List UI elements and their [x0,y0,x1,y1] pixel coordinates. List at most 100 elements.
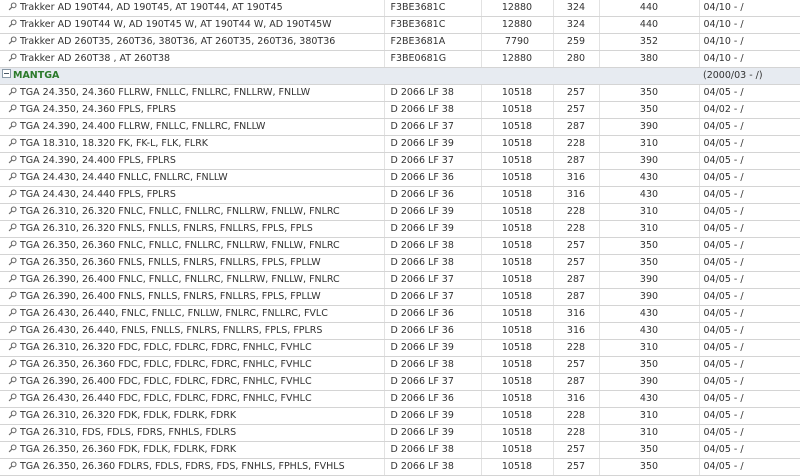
ccm-cell: 12880 [481,16,554,34]
table-row[interactable]: TGA 26.310, FDS, FDLS, FDRS, FNHLS, FDLR… [0,424,800,442]
ccm-cell: 7790 [481,33,554,51]
model-cell: Trakker AD 260T38 , AT 260T38 [0,50,385,68]
model-label: TGA 26.390, 26.400 FDC, FDLC, FDLRC, FDR… [20,376,312,387]
search-icon[interactable] [8,341,17,351]
hp-cell: 430 [599,169,700,187]
table-row[interactable]: TGA 24.430, 24.440 FPLS, FPLRS D 2066 LF … [0,186,800,204]
kw-cell: 287 [553,118,600,136]
search-icon[interactable] [8,18,17,28]
engine-code-cell: D 2066 LF 38 [384,84,482,102]
hp-cell: 310 [599,135,700,153]
table-row[interactable]: TGA 24.430, 24.440 FNLLC, FNLLRC, FNLLW D… [0,169,800,187]
kw-cell: 228 [553,135,600,153]
model-cell: TGA 26.350, 26.360 FNLC, FNLLC, FNLLRC, … [0,237,385,255]
table-row[interactable]: TGA 26.390, 26.400 FNLS, FNLLS, FNLRS, F… [0,288,800,306]
search-icon[interactable] [8,86,17,96]
table-row[interactable]: TGA 26.350, 26.360 FNLS, FNLLS, FNLRS, F… [0,254,800,272]
engine-code-cell: D 2066 LF 37 [384,373,482,391]
search-icon[interactable] [8,256,17,266]
search-icon[interactable] [8,52,17,62]
engine-code-cell: D 2066 LF 39 [384,203,482,221]
brand-subgroup: TGA [37,70,60,81]
engine-code-cell: D 2066 LF 38 [384,441,482,459]
table-row[interactable]: Trakker AD 260T38 , AT 260T38 F3BE0681G 12… [0,50,800,68]
year-cell: 04/05 - / [699,118,800,136]
table-row[interactable]: TGA 26.310, 26.320 FDK, FDLK, FDLRK, FDR… [0,407,800,425]
search-icon[interactable] [8,171,17,181]
search-icon[interactable] [8,358,17,368]
table-row[interactable]: TGA 24.390, 24.400 FPLS, FPLRS D 2066 LF … [0,152,800,170]
hp-cell: 310 [599,407,700,425]
table-row[interactable]: Trakker AD 190T44 W, AD 190T45 W, AT 190… [0,16,800,34]
table-row[interactable]: TGA 26.390, 26.400 FDC, FDLC, FDLRC, FDR… [0,373,800,391]
kw-cell: 287 [553,288,600,306]
search-icon[interactable] [8,443,17,453]
collapse-icon[interactable] [2,69,11,78]
table-row[interactable]: TGA 26.390, 26.400 FNLC, FNLLC, FNLLRC, … [0,271,800,289]
ccm-cell: 10518 [481,339,554,357]
table-row[interactable]: TGA 24.390, 24.400 FLLRW, FNLLC, FNLLRC,… [0,118,800,136]
year-cell: 04/05 - / [699,339,800,357]
table-row[interactable]: Trakker AD 190T44, AD 190T45, AT 190T44,… [0,0,800,17]
table-row[interactable]: TGA 26.310, 26.320 FNLC, FNLLC, FNLLRC, … [0,203,800,221]
year-cell: 04/05 - / [699,305,800,323]
search-icon[interactable] [8,120,17,130]
engine-code-cell: F3BE3681C [384,0,482,17]
search-icon[interactable] [8,460,17,470]
search-icon[interactable] [8,222,17,232]
search-icon[interactable] [8,307,17,317]
table-row[interactable]: TGA 26.310, 26.320 FDC, FDLC, FDLRC, FDR… [0,339,800,357]
search-icon[interactable] [8,35,17,45]
kw-cell: 324 [553,16,600,34]
search-icon[interactable] [8,137,17,147]
table-row[interactable]: TGA 26.430, 26.440, FNLC, FNLLC, FNLLW, … [0,305,800,323]
year-cell: 04/05 - / [699,390,800,408]
engine-code-cell: D 2066 LF 37 [384,118,482,136]
engine-code-cell: D 2066 LF 39 [384,424,482,442]
table-row[interactable]: TGA 26.430, 26.440 FDC, FDLC, FDLRC, FDR… [0,390,800,408]
table-row[interactable]: TGA 26.430, 26.440, FNLS, FNLLS, FNLRS, … [0,322,800,340]
hp-cell: 310 [599,220,700,238]
search-icon[interactable] [8,239,17,249]
model-label: TGA 24.430, 24.440 FPLS, FPLRS [20,189,176,200]
search-icon[interactable] [8,375,17,385]
year-cell: 04/05 - / [699,84,800,102]
model-label: TGA 26.350, 26.360 FDK, FDLK, FDLRK, FDR… [20,444,237,455]
table-row[interactable]: TGA 26.350, 26.360 FDC, FDLC, FDLRC, FDR… [0,356,800,374]
year-cell: 04/05 - / [699,135,800,153]
table-row[interactable]: TGA 24.350, 24.360 FPLS, FPLRS D 2066 LF … [0,101,800,119]
table-row[interactable]: Trakker AD 260T35, 260T36, 380T36, AT 26… [0,33,800,51]
model-cell: TGA 26.390, 26.400 FNLS, FNLLS, FNLRS, F… [0,288,385,306]
search-icon[interactable] [8,409,17,419]
ccm-cell: 10518 [481,169,554,187]
hp-cell: 430 [599,186,700,204]
model-label: TGA 24.390, 24.400 FLLRW, FNLLC, FNLLRC,… [20,121,266,132]
search-icon[interactable] [8,1,17,11]
search-icon[interactable] [8,290,17,300]
search-icon[interactable] [8,426,17,436]
model-cell: Trakker AD 190T44, AD 190T45, AT 190T44,… [0,0,385,17]
model-label: TGA 26.310, 26.320 FNLS, FNLLS, FNLRS, F… [20,223,313,234]
model-cell: TGA 24.350, 24.360 FLLRW, FNLLC, FNLLRC,… [0,84,385,102]
search-icon[interactable] [8,154,17,164]
table-row[interactable]: TGA 26.310, 26.320 FNLS, FNLLS, FNLRS, F… [0,220,800,238]
table-row[interactable]: TGA 26.350, 26.360 FNLC, FNLLC, FNLLRC, … [0,237,800,255]
model-label: TGA 26.390, 26.400 FNLS, FNLLS, FNLRS, F… [20,291,321,302]
table-row[interactable]: TGA 24.350, 24.360 FLLRW, FNLLC, FNLLRC,… [0,84,800,102]
search-icon[interactable] [8,188,17,198]
search-icon[interactable] [8,273,17,283]
year-cell: 04/05 - / [699,322,800,340]
year-cell: 04/05 - / [699,152,800,170]
year-cell: 04/05 - / [699,407,800,425]
engine-code-cell: D 2066 LF 36 [384,169,482,187]
search-icon[interactable] [8,392,17,402]
brand-row[interactable]: MANTGA (2000/03 - /) [0,67,800,85]
table-row[interactable]: TGA 26.350, 26.360 FDK, FDLK, FDLRK, FDR… [0,441,800,459]
search-icon[interactable] [8,205,17,215]
model-label: TGA 18.310, 18.320 FK, FK-L, FLK, FLRK [20,138,209,149]
kw-cell: 257 [553,254,600,272]
table-row[interactable]: TGA 18.310, 18.320 FK, FK-L, FLK, FLRK D … [0,135,800,153]
search-icon[interactable] [8,324,17,334]
search-icon[interactable] [8,103,17,113]
model-cell: TGA 26.430, 26.440 FDC, FDLC, FDLRC, FDR… [0,390,385,408]
